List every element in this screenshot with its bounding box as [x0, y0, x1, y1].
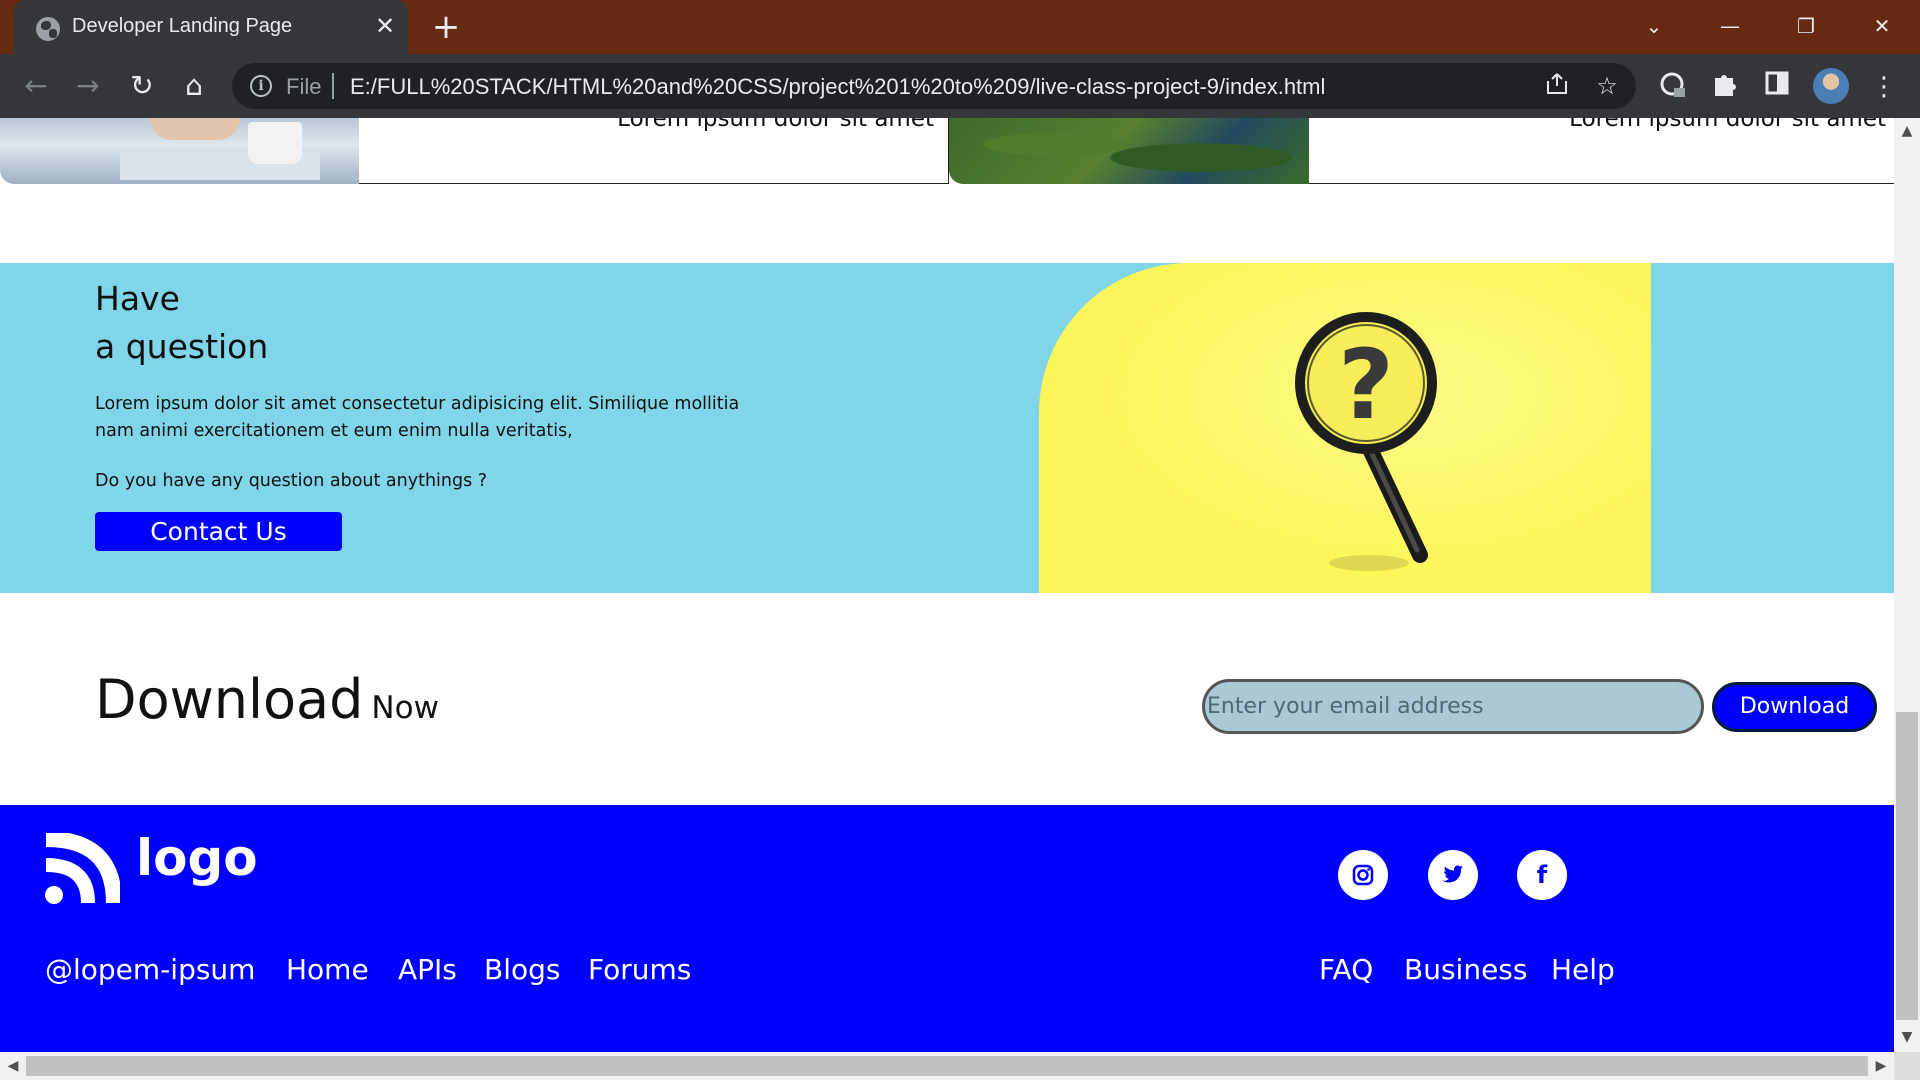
profile-avatar[interactable] [1813, 68, 1849, 104]
footer-link-blogs[interactable]: Blogs [484, 953, 560, 986]
browser-tab[interactable]: Developer Landing Page ✕ [14, 0, 408, 54]
instagram-icon[interactable] [1338, 850, 1388, 900]
card-caption: Lorem ipsum dolor sit amet [1569, 118, 1886, 132]
url-scheme: File [286, 74, 322, 99]
browser-tab-strip: Developer Landing Page ✕ + ⌄ — ❐ ✕ [0, 0, 1920, 54]
footer-link-handle[interactable]: @lopem-ipsum [45, 953, 255, 986]
card-text-2: Lorem ipsum dolor sit amet [1309, 118, 1894, 184]
question-heading-line1: Have [95, 279, 180, 318]
address-bar[interactable]: i File E:/FULL%20STACK/HTML%20and%20CSS/… [232, 63, 1636, 109]
info-icon[interactable]: i [250, 75, 272, 97]
card-text-1: Lorem ipsum dolor sit amet [359, 118, 949, 184]
extension-icon[interactable] [1656, 70, 1690, 104]
question-section: Have a question Lorem ipsum dolor sit am… [0, 263, 1894, 593]
contact-us-button[interactable]: Contact Us [95, 512, 342, 551]
footer-link-help[interactable]: Help [1551, 953, 1615, 986]
footer-link-home[interactable]: Home [286, 953, 369, 986]
back-button[interactable]: ← [18, 68, 54, 104]
footer: logo f @lopem-ipsum Home APIs Blogs Foru… [0, 805, 1894, 1052]
scrollbar-corner [1894, 1052, 1920, 1080]
logo-text: logo [136, 829, 258, 887]
share-icon[interactable] [1542, 71, 1572, 101]
footer-link-forums[interactable]: Forums [588, 953, 691, 986]
download-title-big: Download [95, 668, 364, 731]
puzzle-icon[interactable] [1708, 70, 1742, 104]
download-button[interactable]: Download [1712, 682, 1877, 732]
footer-link-business[interactable]: Business [1404, 953, 1527, 986]
sidepanel-icon[interactable] [1760, 70, 1794, 104]
card-image-forest [949, 118, 1309, 184]
scroll-up-arrow-icon[interactable]: ▲ [1896, 120, 1918, 142]
vertical-scroll-thumb[interactable] [1896, 712, 1918, 1020]
footer-link-apis[interactable]: APIs [398, 953, 457, 986]
rss-logo-icon [45, 833, 120, 904]
cup-shape [248, 122, 302, 164]
scroll-right-arrow-icon[interactable]: ▶ [1870, 1055, 1892, 1077]
twitter-icon[interactable] [1428, 850, 1478, 900]
question-prompt: Do you have any question about anythings… [95, 471, 488, 491]
bookmark-star-icon[interactable]: ☆ [1592, 71, 1622, 101]
footer-link-faq[interactable]: FAQ [1319, 953, 1373, 986]
hand-shape [150, 118, 240, 140]
menu-icon[interactable]: ⋮ [1867, 70, 1901, 104]
tab-title: Developer Landing Page [72, 15, 293, 37]
tab-close-icon[interactable]: ✕ [370, 11, 400, 41]
card-caption: Lorem ipsum dolor sit amet [617, 118, 934, 132]
download-heading: Download Now [95, 668, 439, 731]
question-heading: Have a question [95, 275, 268, 371]
forward-button[interactable]: → [70, 68, 106, 104]
minimize-button[interactable]: — [1700, 6, 1760, 46]
reload-button[interactable]: ↻ [124, 68, 160, 104]
question-mark-glyph: ? [1338, 329, 1394, 441]
scroll-left-arrow-icon[interactable]: ◀ [2, 1055, 24, 1077]
home-button[interactable]: ⌂ [176, 68, 212, 104]
facebook-glyph: f [1536, 861, 1548, 889]
question-description: Lorem ipsum dolor sit amet consectetur a… [95, 394, 740, 441]
scroll-down-arrow-icon[interactable]: ▼ [1896, 1026, 1918, 1048]
globe-icon [36, 17, 60, 41]
browser-toolbar: ← → ↻ ⌂ i File E:/FULL%20STACK/HTML%20an… [0, 54, 1920, 118]
question-image: ? [1039, 263, 1651, 593]
question-heading-line2: a question [95, 327, 269, 366]
close-window-button[interactable]: ✕ [1852, 6, 1912, 46]
email-input[interactable] [1202, 679, 1704, 734]
restore-button[interactable]: ❐ [1776, 6, 1836, 46]
magnifier-question-icon: ? [1295, 312, 1437, 571]
facebook-icon[interactable]: f [1517, 850, 1567, 900]
tab-search-chevron-icon[interactable]: ⌄ [1624, 6, 1684, 46]
url-text[interactable]: E:/FULL%20STACK/HTML%20and%20CSS/project… [350, 74, 1325, 100]
horizontal-scroll-thumb[interactable] [26, 1056, 1868, 1076]
address-separator [332, 73, 334, 99]
download-title-small: Now [371, 690, 439, 726]
page-viewport: Lorem ipsum dolor sit amet Lorem ipsum d… [0, 118, 1894, 1052]
new-tab-button[interactable]: + [428, 9, 464, 45]
card-image-workspace [0, 118, 359, 184]
